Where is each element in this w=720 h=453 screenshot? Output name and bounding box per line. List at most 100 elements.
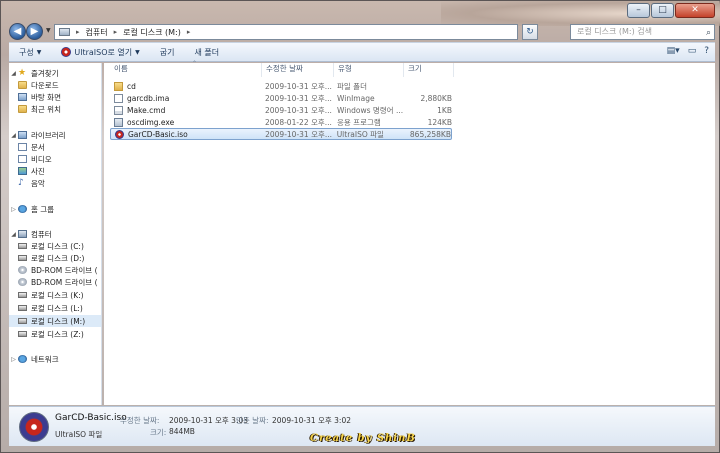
file-row[interactable]: garcdb.ima 2009-10-31 오후... WinImage 2,8… [110,92,452,104]
file-type: UltraISO 파일 [336,129,384,139]
column-headers: 이름 수정한 날짜 유형 크기 ⌃ [110,60,454,77]
disc-drive-icon [18,266,27,274]
sidebar-item-drive-c[interactable]: 로컬 디스크 (C:) [9,240,101,252]
sidebar-item-drive-z[interactable]: 로컬 디스크 (Z:) [9,328,101,340]
help-icon[interactable]: ? [704,46,709,56]
view-options-icon[interactable]: ▤▾ [667,46,680,56]
breadcrumb-separator-icon[interactable]: ▸ [187,28,191,36]
window-controls: – □ ✕ [626,3,715,18]
sidebar-item-desktop[interactable]: 바탕 화면 [9,91,101,103]
music-icon: ♪ [18,178,24,188]
sidebar-item-label: 네트워크 [31,354,59,364]
forward-button[interactable]: ▶ [26,23,43,40]
hard-drive-icon [18,255,27,261]
sidebar-item-label: 로컬 디스크 (L:) [31,303,83,313]
sidebar-item-label: 로컬 디스크 (K:) [31,290,84,300]
sidebar-item-recent-places[interactable]: 최근 위치 [9,103,101,115]
pictures-icon [18,167,27,175]
breadcrumb-separator-icon[interactable]: ▸ [114,28,118,36]
sidebar-item-label: 사진 [31,166,45,176]
file-date: 2009-10-31 오후... [265,129,333,139]
column-header-date[interactable]: 수정한 날짜 [262,63,334,77]
sidebar-item-bd-rom-2[interactable]: BD-ROM 드라이브 ( [9,276,101,288]
back-button[interactable]: ◀ [9,23,26,40]
column-header-type[interactable]: 유형 [334,63,404,77]
sidebar-item-downloads[interactable]: 다운로드 [9,79,101,91]
details-modified-label: 수정한 날짜: [120,416,160,425]
sidebar-item-drive-m[interactable]: 로컬 디스크 (M:) [9,315,101,327]
sidebar-item-label: 최근 위치 [31,104,61,114]
expand-arrow-icon[interactable]: ◢ [9,70,18,77]
file-list: 이름 수정한 날짜 유형 크기 ⌃ cd 2009-10-31 오후... 파일… [104,60,715,405]
address-bar[interactable]: ▸ 컴퓨터 ▸ 로컬 디스크 (M:) ▸ [54,24,518,40]
sidebar-libraries[interactable]: ◢ 라이브러리 [9,129,101,141]
details-size-label: 크기: [150,428,167,437]
open-with-ultraiso-button[interactable]: UltraISO로 열기 ▼ [51,47,149,58]
sidebar-homegroup[interactable]: ▷ 홈 그룹 [9,203,101,215]
sidebar-item-label: 로컬 디스크 (Z:) [31,329,84,339]
file-row[interactable]: Make.cmd 2009-10-31 오후... Windows 명령어 ..… [110,104,452,116]
navigation-bar: ◀ ▶ ▼ ▸ 컴퓨터 ▸ 로컬 디스크 (M:) ▸ ↻ 로컬 디스크 (M:… [9,23,715,41]
homegroup-icon [18,205,27,213]
sidebar-item-label: 문서 [31,142,45,152]
search-input[interactable]: 로컬 디스크 (M:) 검색 ⌕ [570,24,715,40]
hard-drive-icon [18,305,27,311]
sidebar-item-label: BD-ROM 드라이브 ( [31,265,98,275]
sidebar-item-music[interactable]: ♪ 음악 [9,177,101,189]
sidebar-item-documents[interactable]: 문서 [9,141,101,153]
sidebar-item-videos[interactable]: 비디오 [9,153,101,165]
sidebar-network[interactable]: ▷ 네트워크 [9,353,101,365]
sidebar-item-drive-d[interactable]: 로컬 디스크 (D:) [9,252,101,264]
expand-arrow-icon[interactable]: ▷ [9,206,18,213]
file-size: 124KB [427,117,452,127]
file-row-selected[interactable]: GarCD-Basic.iso 2009-10-31 오후... UltraIS… [110,128,452,140]
file-date: 2009-10-31 오후... [265,81,332,91]
recent-pages-dropdown-icon[interactable]: ▼ [46,27,51,34]
iso-disc-icon [19,412,49,442]
new-folder-label: 새 폴더 [194,47,220,57]
burn-label: 굽기 [159,47,175,57]
details-size-value: 844MB [169,427,195,436]
expand-arrow-icon[interactable]: ◢ [9,132,18,139]
preview-pane-icon[interactable]: ▭ [688,46,697,56]
sidebar-computer[interactable]: ◢ 컴퓨터 [9,228,101,240]
refresh-icon[interactable]: ↻ [522,24,538,40]
breadcrumb-computer[interactable]: 컴퓨터 [86,27,108,38]
disc-drive-icon [18,278,27,286]
file-date: 2009-10-31 오후... [265,105,332,115]
file-row[interactable]: cd 2009-10-31 오후... 파일 폴더 [110,80,452,92]
command-bar: 구성 ▼ UltraISO로 열기 ▼ 굽기 새 폴더 ▤▾ ▭ ? [9,42,715,62]
computer-icon [59,28,70,36]
sidebar-item-label: 라이브러리 [31,130,66,140]
search-icon: ⌕ [705,28,711,38]
close-button[interactable]: ✕ [675,3,715,18]
folder-icon [114,81,123,91]
column-header-name[interactable]: 이름 [110,63,262,77]
sidebar-item-drive-l[interactable]: 로컬 디스크 (L:) [9,302,101,314]
breadcrumb-drive[interactable]: 로컬 디스크 (M:) [123,27,181,38]
sidebar-item-label: 로컬 디스크 (M:) [31,316,86,326]
sidebar-item-drive-k[interactable]: 로컬 디스크 (K:) [9,289,101,301]
expand-arrow-icon[interactable]: ◢ [9,231,18,238]
details-created-label: 만든 날짜: [236,416,269,425]
sidebar-item-pictures[interactable]: 사진 [9,165,101,177]
expand-arrow-icon[interactable]: ▷ [9,356,18,363]
file-row[interactable]: oscdimg.exe 2008-01-22 오후... 응용 프로그램 124… [110,116,452,128]
maximize-button[interactable]: □ [651,3,674,18]
sidebar-favorites[interactable]: ◢ ★ 즐겨찾기 [9,67,101,79]
file-type: Windows 명령어 ... [337,105,404,115]
sidebar-item-bd-rom-1[interactable]: BD-ROM 드라이브 ( [9,264,101,276]
minimize-button[interactable]: – [627,3,650,18]
sidebar-item-label: 음악 [31,178,45,188]
burn-button[interactable]: 굽기 [150,47,185,58]
details-file-type: UltraISO 파일 [55,430,103,439]
file-icon [114,93,123,103]
file-date: 2009-10-31 오후... [265,93,332,103]
breadcrumb-separator-icon[interactable]: ▸ [76,28,80,36]
new-folder-button[interactable]: 새 폴더 [184,47,229,58]
file-name: garcdb.ima [127,93,170,103]
downloads-folder-icon [18,81,27,89]
iso-icon [115,129,124,139]
column-header-size[interactable]: 크기 [404,63,454,77]
organize-button[interactable]: 구성 ▼ [9,47,51,58]
